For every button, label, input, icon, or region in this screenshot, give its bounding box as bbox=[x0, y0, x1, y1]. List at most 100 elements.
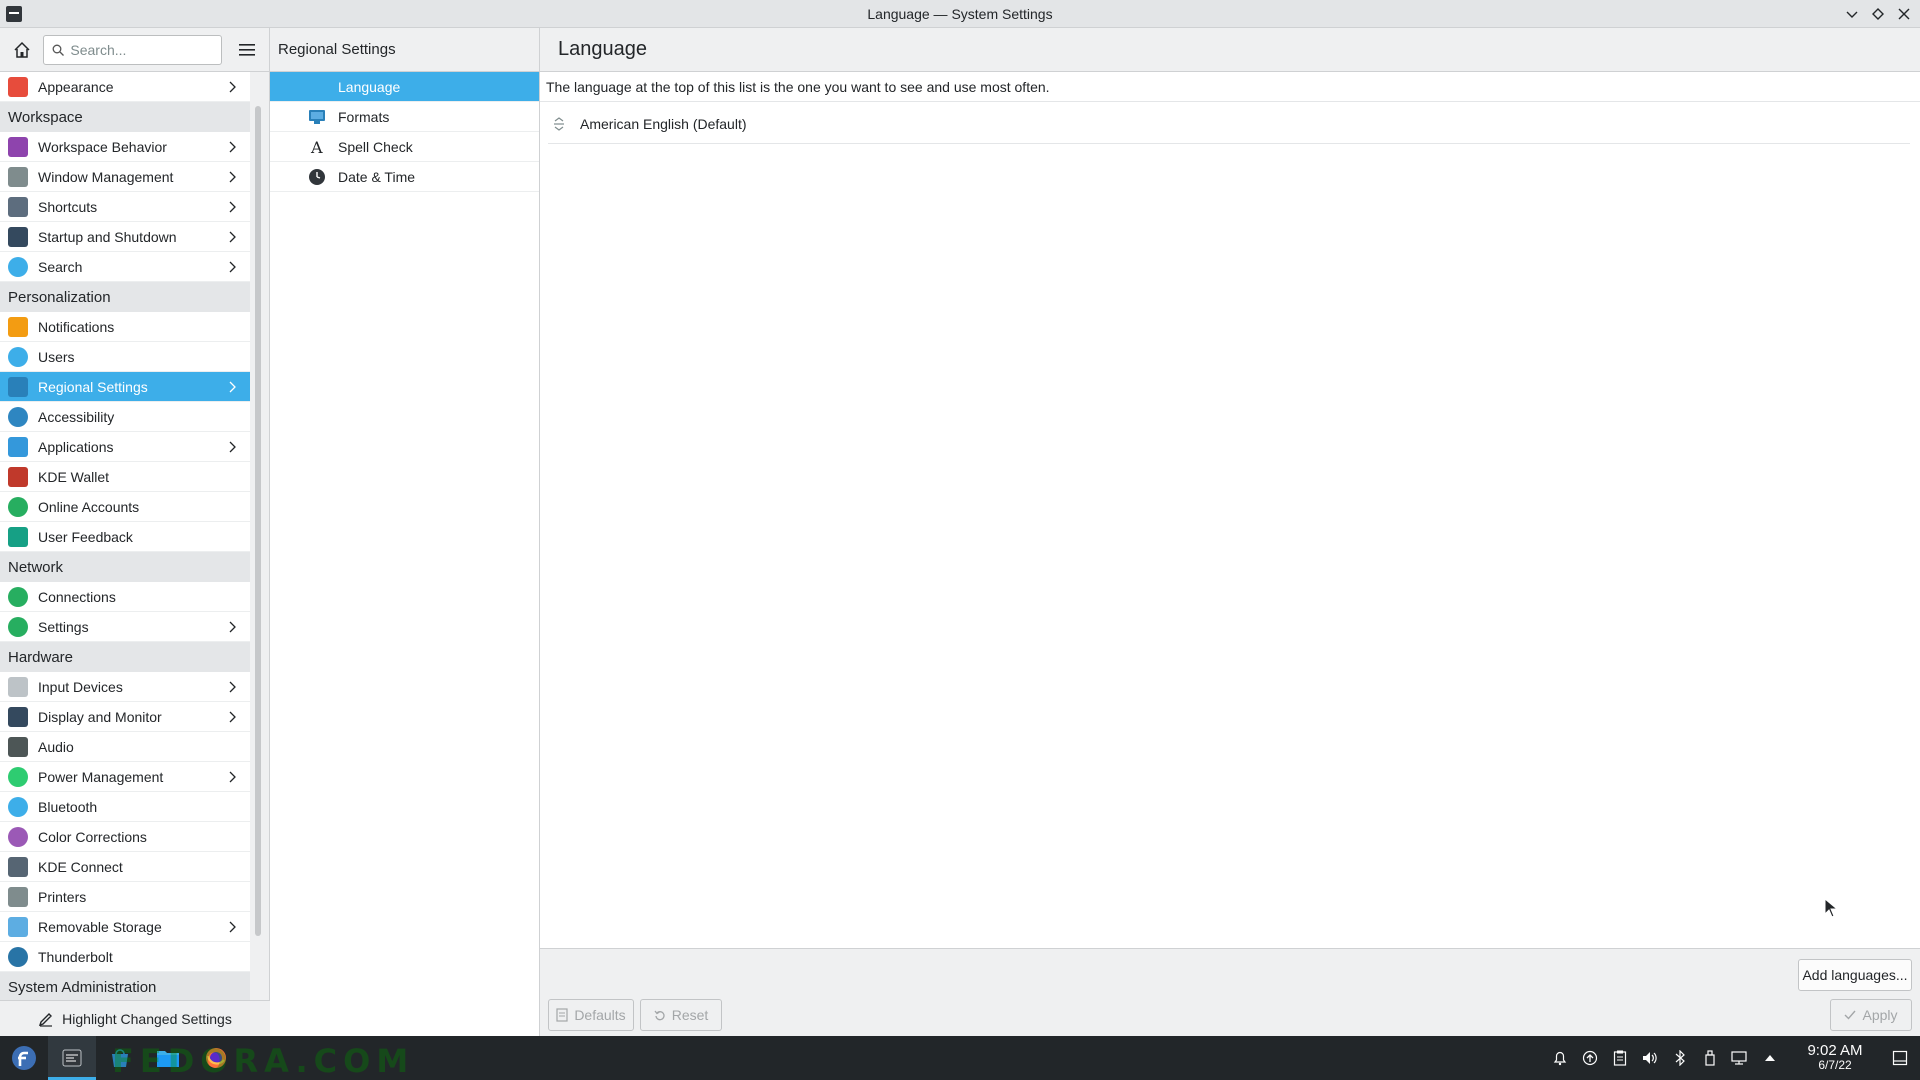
close-button[interactable] bbox=[1896, 4, 1912, 24]
apply-button[interactable]: Apply bbox=[1830, 999, 1912, 1031]
home-button[interactable] bbox=[8, 36, 35, 64]
sidebar-item-display-and-monitor[interactable]: Display and Monitor bbox=[0, 702, 250, 732]
keyboard-icon bbox=[8, 196, 28, 217]
category-list: Appearance Workspace Workspace Behavior Win… bbox=[0, 72, 250, 1000]
highlight-changed-settings-button[interactable]: Highlight Changed Settings bbox=[0, 1000, 270, 1036]
appearance-icon bbox=[8, 76, 28, 97]
updates-tray-icon[interactable] bbox=[1580, 1048, 1600, 1068]
sidebar-item-notifications[interactable]: Notifications bbox=[0, 312, 250, 342]
sidebar-item-user-feedback[interactable]: User Feedback bbox=[0, 522, 250, 552]
subcategory-label: Date & Time bbox=[338, 168, 416, 185]
section-header: Workspace bbox=[0, 102, 250, 132]
search-input[interactable] bbox=[70, 41, 211, 58]
system-settings-icon[interactable] bbox=[6, 6, 22, 22]
sidebar-item-users[interactable]: Users bbox=[0, 342, 250, 372]
language-list-item[interactable]: American English (Default) bbox=[548, 104, 1910, 144]
sidebar-item-label: Display and Monitor bbox=[38, 708, 162, 725]
sidebar-scrollbar[interactable] bbox=[254, 76, 262, 1000]
sidebar-item-window-management[interactable]: Window Management bbox=[0, 162, 250, 192]
chevron-right-icon bbox=[229, 141, 236, 153]
section-header: Hardware bbox=[0, 642, 250, 672]
sidebar-item-online-accounts[interactable]: Online Accounts bbox=[0, 492, 250, 522]
wallet-icon bbox=[8, 466, 28, 487]
hamburger-icon bbox=[239, 43, 256, 56]
subcategory-list: Language Formats A Spell Check Date & Time bbox=[270, 72, 539, 192]
language-icon bbox=[308, 78, 326, 96]
show-desktop-button[interactable] bbox=[1890, 1048, 1910, 1068]
sidebar-item-removable-storage[interactable]: Removable Storage bbox=[0, 912, 250, 942]
sidebar-item-color-corrections[interactable]: Color Corrections bbox=[0, 822, 250, 852]
title-bar: Language — System Settings bbox=[0, 0, 1920, 28]
search-icon bbox=[52, 44, 65, 56]
sidebar-item-label: Input Devices bbox=[38, 678, 123, 695]
chevron-right-icon bbox=[229, 711, 236, 723]
bluetooth-tray-icon[interactable] bbox=[1670, 1048, 1690, 1068]
watermark: FEDORA.COM bbox=[112, 1042, 415, 1080]
sidebar-item-regional-settings[interactable]: Regional Settings bbox=[0, 372, 250, 402]
sidebar-item-connections[interactable]: Connections bbox=[0, 582, 250, 612]
digital-clock[interactable]: 9:02 AM 6/7/22 bbox=[1790, 1043, 1880, 1072]
bell-icon bbox=[1553, 1051, 1567, 1066]
volume-tray-icon[interactable] bbox=[1640, 1048, 1660, 1068]
minimize-button[interactable] bbox=[1844, 4, 1860, 24]
sidebar-item-printers[interactable]: Printers bbox=[0, 882, 250, 912]
maximize-button[interactable] bbox=[1870, 4, 1886, 24]
sidebar-item-label: KDE Wallet bbox=[38, 468, 110, 485]
notifications-tray-icon[interactable] bbox=[1550, 1048, 1570, 1068]
chevron-up-icon bbox=[1765, 1055, 1775, 1061]
sidebar-item-appearance[interactable]: Appearance bbox=[0, 72, 250, 102]
sidebar-item-accessibility[interactable]: Accessibility bbox=[0, 402, 250, 432]
sidebar-item-audio[interactable]: Audio bbox=[0, 732, 250, 762]
bluetooth-icon bbox=[8, 796, 28, 817]
sidebar-item-label: Shortcuts bbox=[38, 198, 98, 215]
add-languages-button[interactable]: Add languages... bbox=[1798, 959, 1912, 991]
subcategory-item-spell-check[interactable]: A Spell Check bbox=[270, 132, 539, 162]
application-launcher[interactable] bbox=[0, 1036, 48, 1080]
sidebar-item-label: Accessibility bbox=[38, 408, 115, 425]
workspace-behavior-icon bbox=[8, 136, 28, 157]
scrollbar-thumb[interactable] bbox=[255, 106, 261, 936]
sidebar-item-label: Settings bbox=[38, 618, 89, 635]
network-tray-icon[interactable] bbox=[1730, 1048, 1750, 1068]
section-header: Personalization bbox=[0, 282, 250, 312]
subcategory-item-language[interactable]: Language bbox=[270, 72, 539, 102]
checkmark-icon bbox=[1844, 1010, 1857, 1020]
clipboard-tray-icon[interactable] bbox=[1610, 1048, 1630, 1068]
search-field[interactable] bbox=[43, 34, 222, 65]
sidebar-item-label: Startup and Shutdown bbox=[38, 228, 177, 245]
sidebar-item-input-devices[interactable]: Input Devices bbox=[0, 672, 250, 702]
chevron-right-icon bbox=[229, 201, 236, 213]
search-icon bbox=[8, 256, 28, 277]
subcategory-item-date-time[interactable]: Date & Time bbox=[270, 162, 539, 192]
sidebar-item-thunderbolt[interactable]: Thunderbolt bbox=[0, 942, 250, 972]
storage-tray-icon[interactable] bbox=[1700, 1048, 1720, 1068]
sidebar-item-shortcuts[interactable]: Shortcuts bbox=[0, 192, 250, 222]
sidebar-item-settings[interactable]: Settings bbox=[0, 612, 250, 642]
reset-label: Reset bbox=[671, 1007, 709, 1023]
sidebar-item-applications[interactable]: Applications bbox=[0, 432, 250, 462]
sidebar-item-power-management[interactable]: Power Management bbox=[0, 762, 250, 792]
chevron-right-icon bbox=[229, 621, 236, 633]
task-system-settings[interactable] bbox=[48, 1036, 96, 1080]
reset-button[interactable]: Reset bbox=[640, 999, 722, 1031]
monitor-icon bbox=[8, 706, 28, 727]
window-title: Language — System Settings bbox=[867, 5, 1053, 22]
sidebar-item-kde-wallet[interactable]: KDE Wallet bbox=[0, 462, 250, 492]
subcategory-label: Spell Check bbox=[338, 138, 413, 155]
sidebar-item-search[interactable]: Search bbox=[0, 252, 250, 282]
home-icon bbox=[14, 41, 30, 58]
sidebar-item-bluetooth[interactable]: Bluetooth bbox=[0, 792, 250, 822]
subcategory-item-formats[interactable]: Formats bbox=[270, 102, 539, 132]
sidebar-item-label: Audio bbox=[38, 738, 74, 755]
drag-handle-icon[interactable] bbox=[552, 116, 566, 132]
sidebar-item-startup-and-shutdown[interactable]: Startup and Shutdown bbox=[0, 222, 250, 252]
subcategory-label: Language bbox=[338, 78, 401, 95]
hamburger-menu-button[interactable] bbox=[234, 36, 261, 64]
formats-icon bbox=[308, 108, 326, 126]
sidebar-item-label: Bluetooth bbox=[38, 798, 98, 815]
show-hidden-icons-button[interactable] bbox=[1760, 1048, 1780, 1068]
sidebar-item-workspace-behavior[interactable]: Workspace Behavior bbox=[0, 132, 250, 162]
defaults-button[interactable]: Defaults bbox=[548, 999, 634, 1031]
speaker-icon bbox=[1643, 1052, 1657, 1064]
sidebar-item-kde-connect[interactable]: KDE Connect bbox=[0, 852, 250, 882]
